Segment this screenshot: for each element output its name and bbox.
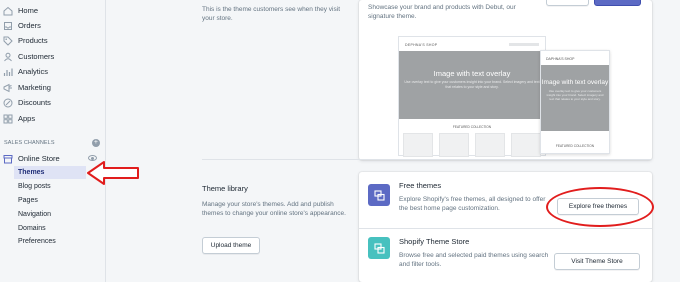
mobile-brand: DAPHNA'S SHOP (546, 57, 575, 61)
theme-brush-icon (373, 189, 385, 201)
sidebar-item-label: Home (18, 6, 39, 15)
theme-store-title: Shopify Theme Store (399, 237, 470, 246)
upload-theme-button[interactable]: Upload theme (202, 237, 260, 254)
mobile-theme-preview: DAPHNA'S SHOP Image with text overlay Us… (540, 50, 610, 154)
sidebar-item-label: Customers (18, 52, 55, 61)
mobile-featured-label: FEATURED COLLECTION (555, 144, 595, 148)
add-channel-icon[interactable]: + (92, 139, 100, 147)
sidebar-subitem-preferences[interactable]: Preferences (14, 235, 86, 248)
annotation-circle (546, 187, 654, 227)
desktop-theme-preview: DEPHNA'S SHOP Image with text overlay Us… (398, 36, 546, 157)
sidebar-item-products[interactable]: Products (0, 33, 106, 48)
free-themes-tile (368, 184, 390, 206)
sidebar-item-marketing[interactable]: Marketing (0, 80, 106, 95)
sidebar-item-label: Marketing (18, 83, 51, 92)
visit-theme-store-button[interactable]: Visit Theme Store (554, 253, 640, 270)
annotation-arrow-icon (87, 161, 139, 185)
sidebar-subitem-navigation[interactable]: Navigation (14, 208, 86, 221)
sidebar-item-home[interactable]: Home (0, 3, 106, 18)
sidebar-item-discounts[interactable]: Discounts (0, 95, 106, 110)
current-theme-description: This is the theme customers see when the… (202, 6, 341, 22)
mobile-hero: Image with text overlay Use overlay text… (541, 65, 609, 131)
sales-channels-label: SALES CHANNELS (4, 140, 55, 146)
desktop-hero-title: Image with text overlay (433, 69, 511, 78)
sidebar-subitem-pages[interactable]: Pages (14, 194, 86, 207)
desktop-nav-placeholder (509, 43, 539, 46)
desktop-product-thumb (475, 133, 505, 157)
free-themes-description: Explore Shopify's free themes, all desig… (399, 196, 546, 212)
sidebar-item-label: Analytics (18, 67, 49, 76)
mobile-hero-title: Image with text overlay (541, 79, 609, 86)
apps-icon (3, 114, 13, 124)
free-themes-title: Free themes (399, 181, 442, 190)
sidebar-item-analytics[interactable]: Analytics (0, 64, 106, 79)
sidebar-item-customers[interactable]: Customers (0, 49, 106, 64)
sidebar-item-label: Online Store (18, 154, 60, 163)
sidebar-item-orders[interactable]: Orders (0, 18, 106, 33)
tag-icon (3, 36, 13, 46)
theme-store-icon (373, 242, 385, 254)
analytics-icon (3, 67, 13, 77)
sidebar-item-label: Products (18, 36, 48, 45)
desktop-product-thumb (511, 133, 541, 157)
desktop-hero-subtitle: Use overlay text to give your customers … (404, 80, 540, 89)
store-icon (3, 154, 13, 164)
card-separator (359, 228, 652, 229)
sidebar-subitem-blog-posts[interactable]: Blog posts (14, 180, 86, 193)
sidebar-item-apps[interactable]: Apps (0, 111, 106, 126)
theme-library-title: Theme library (202, 184, 248, 193)
desktop-product-thumb (403, 133, 433, 157)
sidebar: Home Orders Products Customers Analytics… (0, 0, 106, 282)
theme-store-tile (368, 237, 390, 259)
discounts-icon (3, 98, 13, 108)
orders-icon (3, 21, 13, 31)
theme-store-description: Browse free and selected paid themes usi… (399, 252, 549, 268)
customize-button[interactable] (594, 0, 641, 6)
sidebar-item-label: Discounts (18, 98, 51, 107)
home-icon (3, 6, 13, 16)
sidebar-item-label: Orders (18, 21, 41, 30)
desktop-product-thumb (439, 133, 469, 157)
sidebar-item-label: Apps (18, 114, 36, 123)
desktop-brand: DEPHNA'S SHOP (405, 43, 438, 47)
sidebar-subitem-themes[interactable]: Themes (14, 166, 86, 179)
theme-actions-button[interactable] (546, 0, 589, 6)
mobile-hero-subtitle: Use overlay text to give your customers … (546, 89, 604, 101)
sales-channels-heading: SALES CHANNELS + (4, 139, 100, 147)
desktop-hero: Image with text overlay Use overlay text… (399, 51, 545, 119)
desktop-featured-label: FEATURED COLLECTION (452, 125, 492, 129)
theme-library-description: Manage your store's themes. Add and publ… (202, 201, 346, 217)
sidebar-subitem-domains[interactable]: Domains (14, 222, 86, 235)
marketing-icon (3, 83, 13, 93)
customers-icon (3, 52, 13, 62)
current-theme-card-description: Showcase your brand and products with De… (368, 4, 516, 20)
section-divider (202, 159, 652, 160)
